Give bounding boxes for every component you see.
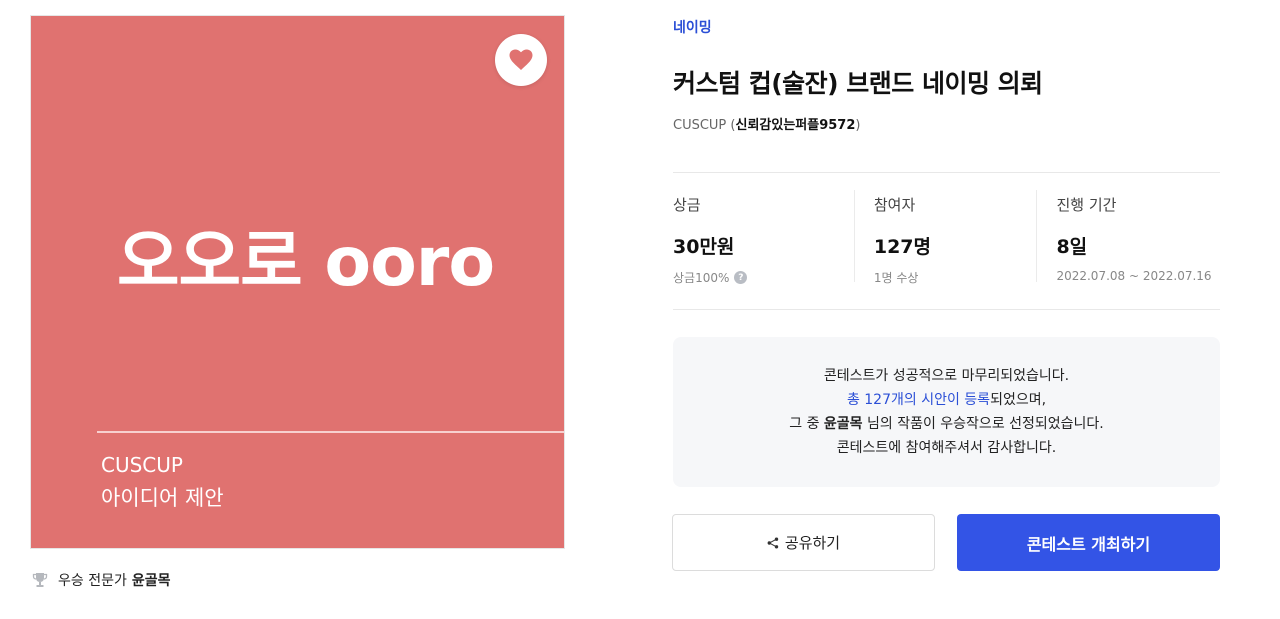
notice-line: 콘테스트에 참여해주셔서 감사합니다. [836, 440, 1057, 456]
stat-participants: 참여자 127명 1명 수상 [855, 190, 1038, 285]
notice-line: 총 127개의 시안이 등록되었으며, [847, 388, 1046, 412]
stat-label: 참여자 [873, 196, 916, 214]
contest-thumbnail: 오오로 ooro CUSCUP 아이디어 제안 [30, 15, 565, 549]
share-icon [767, 537, 779, 548]
notice-text: 그 중 [789, 416, 824, 432]
notice-text: 되었으며, [990, 392, 1047, 408]
host-contest-label: 콘테스트 개최하기 [1026, 534, 1151, 554]
thumbnail-caption: 아이디어 제안 [101, 486, 224, 510]
organizer-paren-open: ( [726, 118, 736, 133]
stat-value: 30만원 [673, 236, 735, 258]
favorite-button[interactable] [495, 34, 547, 86]
notice-line: 그 중 윤골목 님의 작품이 우승작으로 선정되었습니다. [789, 412, 1104, 436]
notice-winner-name: 윤골목 [823, 416, 863, 432]
stat-period: 진행 기간 8일 2022.07.08 ~ 2022.07.16 [1037, 190, 1220, 283]
prize-ratio: 상금100% [673, 271, 730, 285]
thumbnail-headline: 오오로 ooro [117, 223, 495, 302]
stat-value: 8일 [1056, 236, 1088, 258]
info-divider-bottom [673, 309, 1220, 310]
stat-label: 진행 기간 [1056, 196, 1117, 214]
share-button[interactable]: 공유하기 [672, 514, 935, 571]
help-icon[interactable]: ? [734, 271, 748, 284]
contest-title: 커스텀 컵(술잔) 브랜드 네이밍 의뢰 [673, 69, 1043, 98]
submissions-link[interactable]: 총 127개의 시안이 등록 [847, 392, 990, 408]
thumbnail-brand: CUSCUP [101, 453, 183, 477]
contest-category[interactable]: 네이밍 [673, 17, 712, 37]
stat-sub: 상금100% ? [673, 269, 854, 286]
share-label: 공유하기 [784, 534, 841, 552]
winner-info: 우승 전문가 윤골목 [32, 570, 171, 590]
info-divider-top [673, 172, 1220, 173]
stat-value: 127명 [873, 236, 932, 258]
notice-line: 콘테스트가 성공적으로 마무리되었습니다. [823, 368, 1070, 384]
contest-stats: 상금 30만원 상금100% ? 참여자 127명 1명 수상 진행 기간 8일… [673, 190, 1220, 285]
winner-label: 우승 전문가 [58, 573, 127, 589]
completion-notice: 콘테스트가 성공적으로 마무리되었습니다. 총 127개의 시안이 등록되었으며… [673, 337, 1220, 487]
notice-text: 님의 작품이 우승작으로 선정되었습니다. [862, 416, 1104, 432]
trophy-icon [32, 573, 48, 587]
contest-organizer: CUSCUP (신뢰감있는퍼플9572) [673, 114, 860, 133]
thumbnail-divider [97, 431, 564, 433]
winner-name: 윤골목 [131, 573, 171, 589]
stat-prize: 상금 30만원 상금100% ? [673, 190, 855, 285]
organizer-company: CUSCUP [673, 118, 727, 133]
heart-icon [509, 49, 533, 70]
host-contest-button[interactable]: 콘테스트 개최하기 [957, 514, 1220, 571]
stat-sub: 2022.07.08 ~ 2022.07.16 [1056, 269, 1212, 283]
organizer-host[interactable]: 신뢰감있는퍼플9572 [736, 118, 856, 133]
stat-label: 상금 [673, 196, 701, 214]
organizer-paren-close: ) [855, 118, 861, 133]
stat-sub: 1명 수상 [873, 271, 919, 285]
